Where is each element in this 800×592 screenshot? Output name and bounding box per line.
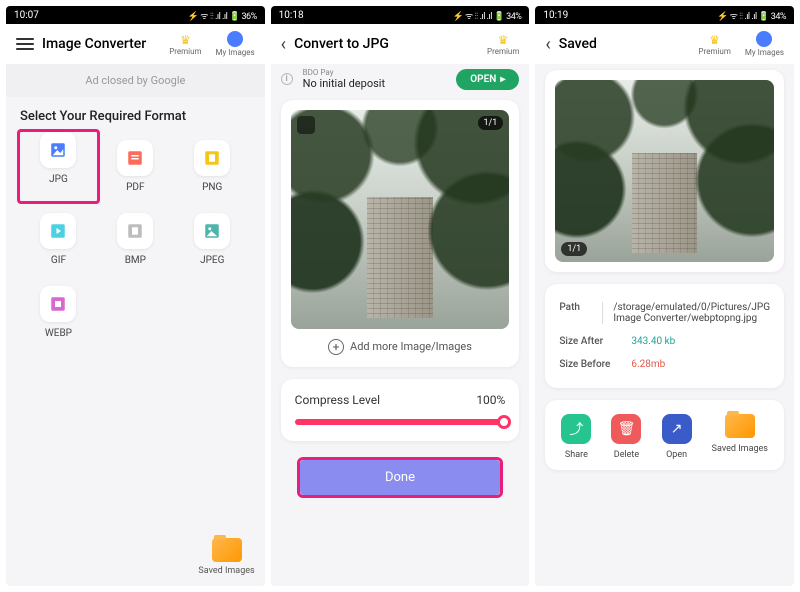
folder-icon [725, 414, 755, 438]
format-jpg[interactable]: JPG [17, 129, 100, 204]
status-time: 10:18 [279, 10, 453, 21]
app-header: Image Converter ♛Premium My Images [6, 24, 265, 64]
app-title: Saved [559, 36, 685, 52]
format-bmp[interactable]: BMP [97, 205, 174, 274]
done-highlight: Done [297, 457, 504, 498]
compress-slider[interactable] [295, 419, 506, 425]
image-card: 1/1 + Add more Image/Images [281, 100, 520, 367]
crop-icon[interactable] [297, 116, 315, 134]
crown-icon: ♛ [498, 33, 509, 47]
my-images-button[interactable]: My Images [745, 31, 784, 57]
format-grid: JPG PDF PNG GIF BMP JPEG WEBP [6, 132, 265, 347]
compress-label: Compress Level [295, 393, 380, 407]
app-title: Convert to JPG [294, 36, 473, 52]
add-more-button[interactable]: + Add more Image/Images [291, 329, 510, 357]
share-button[interactable]: ⤴Share [561, 414, 591, 460]
delete-button[interactable]: 🗑Delete [611, 414, 641, 460]
format-png[interactable]: PNG [174, 132, 251, 201]
share-icon: ⤴ [561, 414, 591, 444]
promo-text: BDO PayNo initial deposit [303, 68, 451, 90]
size-before-value: 6.28mb [631, 359, 770, 370]
image-count-badge: 1/1 [561, 242, 587, 256]
status-time: 10:19 [543, 10, 717, 21]
saved-image-card: 1/1 [545, 70, 784, 272]
file-info-card: Path /storage/emulated/0/Pictures/JPG Im… [545, 284, 784, 388]
delete-icon: 🗑 [611, 414, 641, 444]
back-icon[interactable]: ‹ [281, 34, 286, 55]
done-button[interactable]: Done [300, 460, 501, 495]
open-button[interactable]: ↗Open [662, 414, 692, 460]
my-images-button[interactable]: My Images [216, 31, 255, 57]
image-preview[interactable]: 1/1 [291, 110, 510, 329]
promo-open-button[interactable]: OPEN▸ [456, 69, 519, 90]
size-before-label: Size Before [559, 359, 621, 370]
status-bar: 10:19 ⚡ ᯤ ⫶⫶ .ıl .ıl 🔋 34% [535, 6, 794, 24]
status-right: ⚡ ᯤ ⫶⫶ .ıl .ıl 🔋 36% [188, 9, 257, 22]
promo-banner[interactable]: i BDO PayNo initial deposit OPEN▸ [271, 64, 530, 94]
app-header: ‹ Convert to JPG ♛Premium [271, 24, 530, 64]
image-count-badge: 1/1 [478, 116, 504, 130]
open-icon: ↗ [662, 414, 692, 444]
status-right: ⚡ ᯤ ⫶⫶ .ıl .ıl 🔋 34% [717, 9, 786, 22]
plus-icon: + [328, 339, 344, 355]
screen-format-select: 10:07 ⚡ ᯤ ⫶⫶ .ıl .ıl 🔋 36% Image Convert… [6, 6, 265, 586]
app-header: ‹ Saved ♛Premium My Images [535, 24, 794, 64]
compress-card: Compress Level 100% [281, 379, 520, 441]
app-title: Image Converter [42, 36, 155, 52]
premium-button[interactable]: ♛Premium [699, 33, 731, 56]
size-after-label: Size After [559, 336, 621, 347]
section-title: Select Your Required Format [6, 97, 265, 132]
path-value: /storage/emulated/0/Pictures/JPG Image C… [613, 302, 770, 324]
screen-convert: 10:18 ⚡ ᯤ ⫶⫶ .ıl .ıl 🔋 34% ‹ Convert to … [271, 6, 530, 586]
format-pdf[interactable]: PDF [97, 132, 174, 201]
compress-value: 100% [476, 393, 505, 407]
format-jpeg[interactable]: JPEG [174, 205, 251, 274]
format-gif[interactable]: GIF [20, 205, 97, 274]
back-icon[interactable]: ‹ [545, 34, 550, 55]
saved-image-preview[interactable]: 1/1 [555, 80, 774, 262]
size-after-value: 343.40 kb [631, 336, 770, 347]
path-label: Path [559, 302, 603, 324]
slider-thumb[interactable] [497, 415, 511, 429]
my-images-icon [756, 31, 772, 47]
action-card: ⤴Share 🗑Delete ↗Open Saved Images [545, 400, 784, 470]
ad-closed-bar: Ad closed by Google [6, 64, 265, 97]
screen-saved: 10:19 ⚡ ᯤ ⫶⫶ .ıl .ıl 🔋 34% ‹ Saved ♛Prem… [535, 6, 794, 586]
saved-images-button[interactable]: Saved Images [712, 414, 768, 460]
format-webp[interactable]: WEBP [20, 278, 97, 347]
menu-icon[interactable] [16, 38, 34, 50]
status-bar: 10:18 ⚡ ᯤ ⫶⫶ .ıl .ıl 🔋 34% [271, 6, 530, 24]
status-bar: 10:07 ⚡ ᯤ ⫶⫶ .ıl .ıl 🔋 36% [6, 6, 265, 24]
ad-info-icon[interactable]: i [281, 73, 293, 85]
crown-icon: ♛ [709, 33, 720, 47]
saved-images-button[interactable]: Saved Images [198, 538, 254, 576]
premium-button[interactable]: ♛Premium [487, 33, 519, 56]
status-time: 10:07 [14, 10, 188, 21]
my-images-icon [227, 31, 243, 47]
status-right: ⚡ ᯤ ⫶⫶ .ıl .ıl 🔋 34% [453, 9, 522, 22]
folder-icon [212, 538, 242, 562]
premium-button[interactable]: ♛Premium [169, 33, 201, 56]
crown-icon: ♛ [180, 33, 191, 47]
